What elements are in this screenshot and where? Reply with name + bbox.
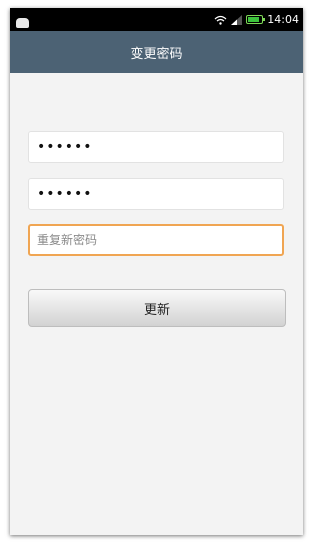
wifi-icon [214, 15, 227, 25]
status-clock: 14:04 [267, 13, 299, 26]
title-bar: 变更密码 [10, 31, 303, 73]
signal-icon [231, 14, 243, 25]
new-password-input[interactable] [28, 131, 284, 163]
page-title: 变更密码 [130, 46, 183, 62]
status-bar-right: 14:04 [214, 11, 299, 28]
repeat-password-input[interactable] [28, 224, 284, 256]
status-bar-left [16, 13, 29, 32]
status-bar: 14:04 [10, 8, 303, 31]
battery-icon [246, 15, 266, 24]
phone-screen: 14:04 变更密码 更新 [10, 8, 303, 535]
notification-icon [16, 18, 29, 28]
battery-level-fill [248, 17, 260, 22]
confirm-password-input[interactable] [28, 178, 284, 210]
update-button[interactable]: 更新 [28, 289, 286, 327]
